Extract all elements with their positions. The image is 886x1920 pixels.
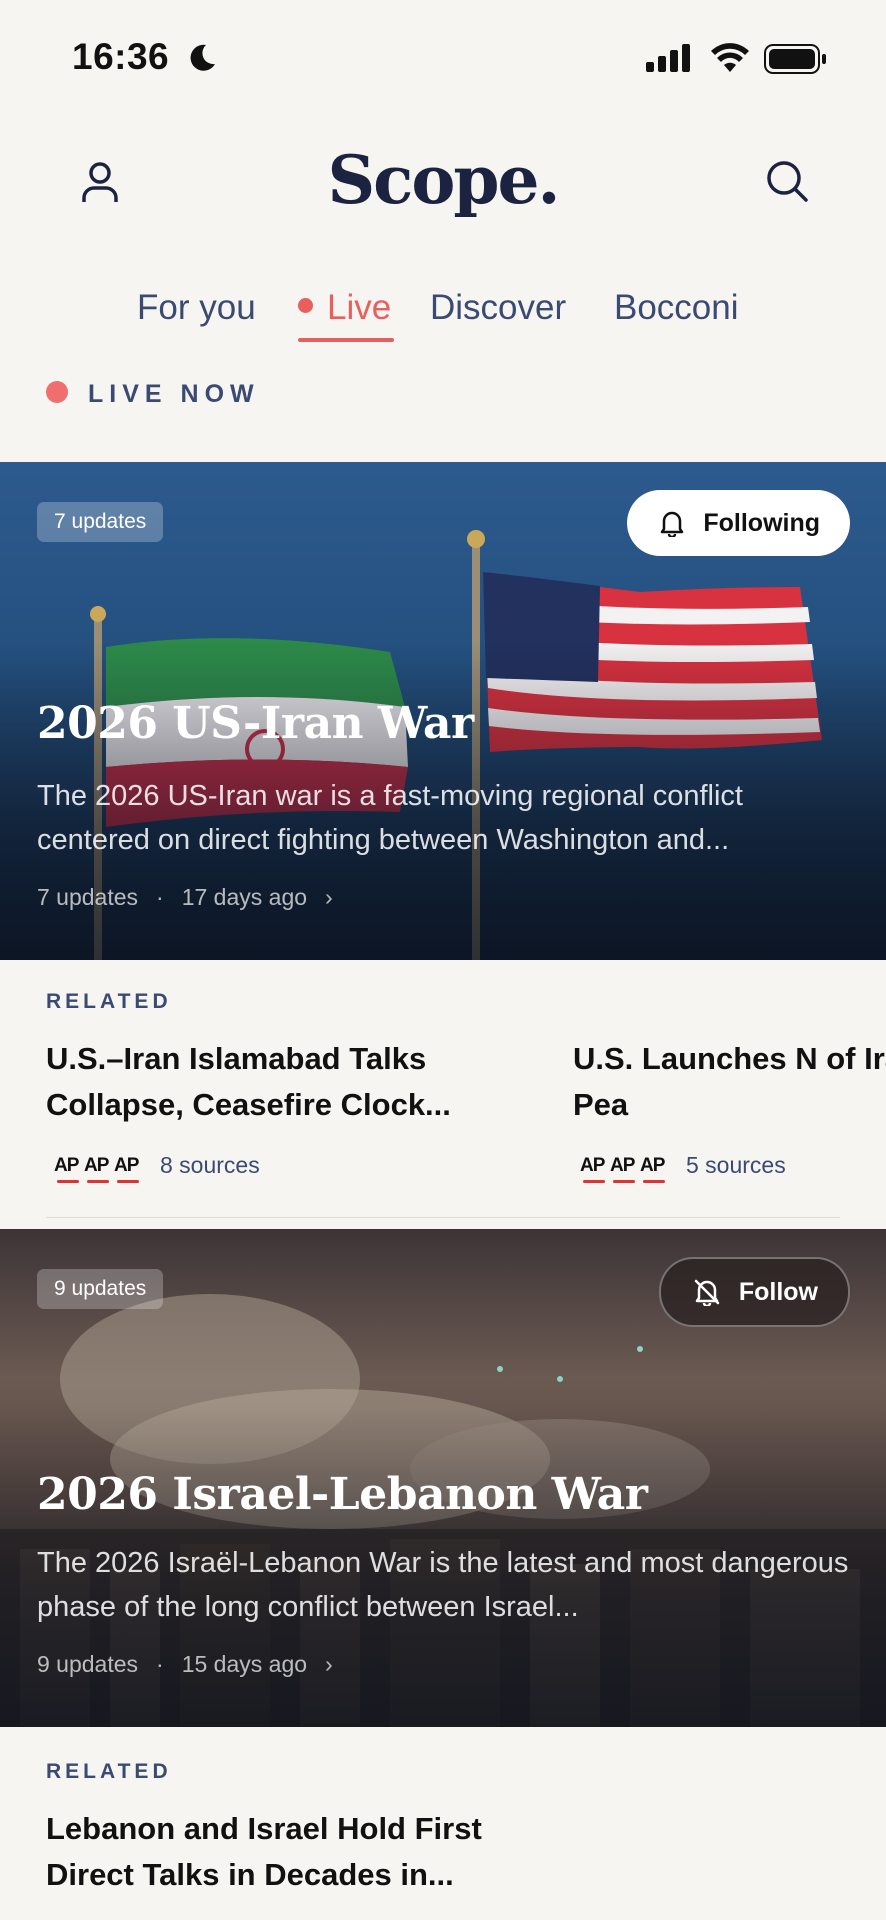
ap-logo: AP [84,1155,114,1183]
source-count: 8 sources [160,1152,260,1178]
ap-logo: AP [640,1155,670,1183]
live-story-card[interactable]: 9 updates Follow 2026 Israel-Lebanon War… [0,1229,886,1727]
active-tab-indicator [298,338,394,342]
tab-for-you[interactable]: For you [137,288,256,328]
tab-live-label: Live [327,288,392,327]
related-article[interactable]: Lebanon and Israel Hold First Direct Tal… [46,1806,566,1898]
source-count: 5 sources [686,1152,786,1178]
chevron-right-icon: › [325,1651,333,1677]
related-section: RELATED U.S.–Iran Islamabad Talks Collap… [46,990,886,1183]
moon-icon [190,44,215,71]
story-description: The 2026 Israël-Lebanon War is the lates… [37,1547,849,1623]
meta-separator: · [156,1651,164,1677]
story-description: The 2026 US-Iran war is a fast-moving re… [37,780,743,856]
story-update-count: 9 updates [37,1651,139,1677]
bell-off-icon [694,1279,720,1306]
story-age: 15 days ago [181,1651,308,1677]
battery-icon [764,44,826,74]
meta-separator: · [156,884,164,910]
following-button-label: Following [703,508,820,537]
story-meta: 7 updates · 17 days ago › [37,884,333,911]
related-article[interactable]: U.S. Launches N of Iran After Pea [573,1036,886,1128]
tab-bar: For you Live Discover Bocconi [0,280,886,350]
follow-button-label: Follow [738,1277,818,1306]
related-headline: Lebanon and Israel Hold First Direct Tal… [46,1811,482,1892]
tab-live[interactable]: Live [298,288,391,328]
related-section: RELATED Lebanon and Israel Hold First Di… [46,1760,846,1892]
chevron-right-icon: › [325,884,333,910]
story-update-count: 7 updates [37,884,139,910]
following-button[interactable]: Following [627,490,850,556]
wifi-icon [711,43,749,72]
app-logo: Scope. [327,141,561,219]
status-time: 16:36 [72,36,170,77]
bell-icon [661,511,684,537]
story-meta: 9 updates · 15 days ago › [37,1651,333,1678]
tab-bocconi[interactable]: Bocconi [614,288,739,328]
search-icon[interactable] [764,158,810,204]
live-dot-icon [298,298,313,314]
related-label: RELATED [46,990,172,1013]
story-title: 2026 Israel-Lebanon War [37,1469,648,1520]
related-article[interactable]: U.S.–Iran Islamabad Talks Collapse, Ceas… [46,1036,506,1128]
live-now-heading: LIVE NOW [46,380,260,409]
ap-logo: AP [54,1155,84,1183]
source-row: AP AP AP 5 sources [580,1152,786,1183]
section-divider [46,1217,840,1218]
ap-logo: AP [114,1155,144,1183]
tab-discover[interactable]: Discover [430,288,566,328]
app-header: Scope. [0,140,886,240]
related-headline: U.S.–Iran Islamabad Talks Collapse, Ceas… [46,1041,451,1122]
status-bar: 16:36 [0,0,886,110]
updates-badge: 7 updates [37,502,164,542]
story-age: 17 days ago [181,884,308,910]
live-indicator-icon [46,381,68,404]
source-row: AP AP AP 8 sources [54,1152,260,1183]
cellular-signal-icon [646,44,690,72]
updates-badge: 9 updates [37,1269,164,1309]
related-label: RELATED [46,1760,172,1783]
related-headline: U.S. Launches N of Iran After Pea [573,1041,886,1122]
ap-logo: AP [580,1155,610,1183]
live-story-card[interactable]: 7 updates Following 2026 US-Iran War The… [0,462,886,960]
live-now-label: LIVE NOW [88,380,260,408]
ap-logo: AP [610,1155,640,1183]
follow-button[interactable]: Follow [658,1257,850,1327]
story-title: 2026 US-Iran War [37,698,474,749]
